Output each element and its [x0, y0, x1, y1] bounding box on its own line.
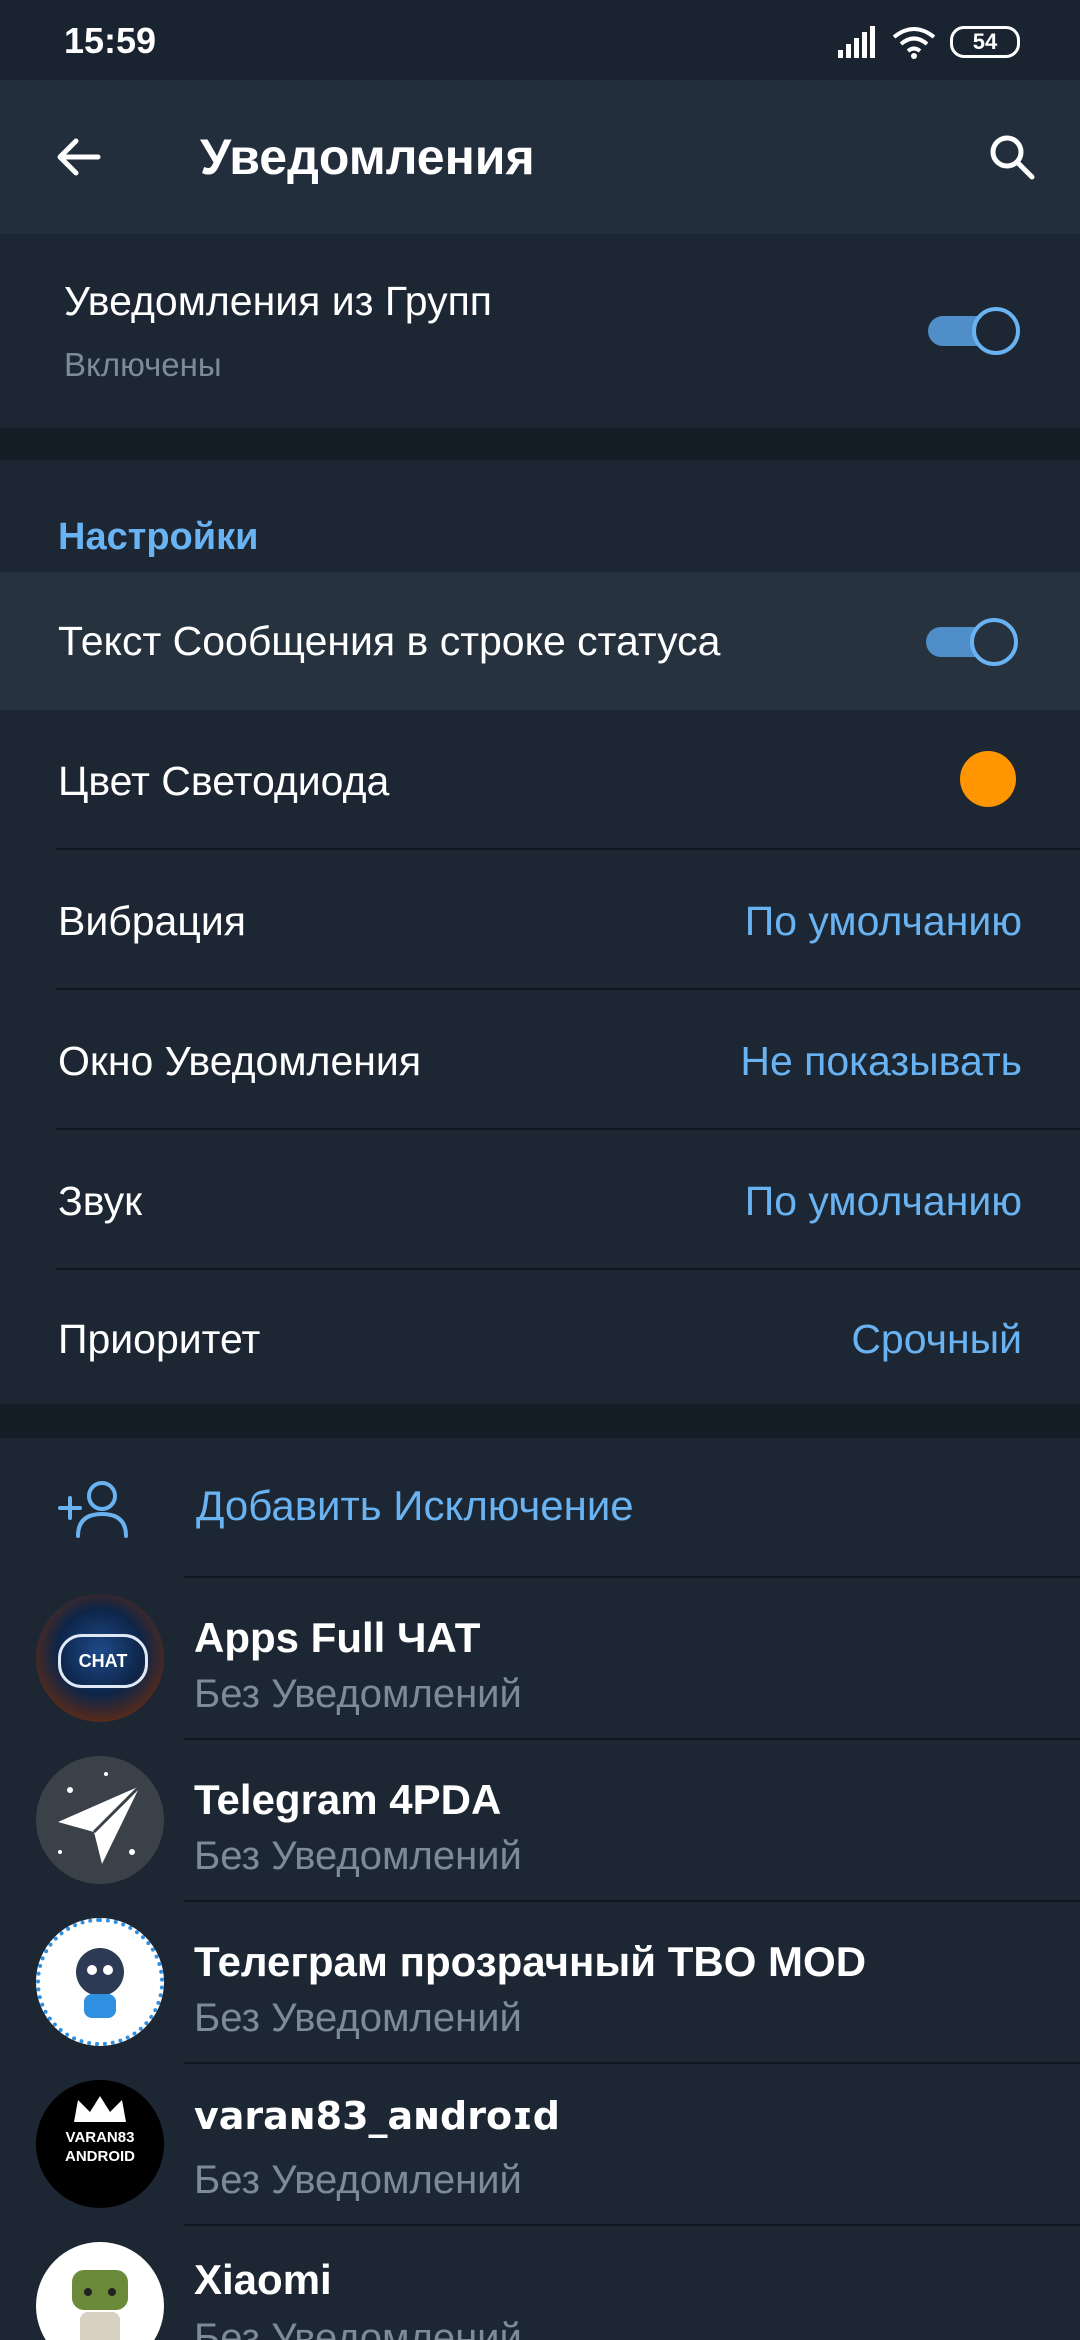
- status-bar-text-label: Текст Сообщения в строке статуса: [58, 618, 721, 664]
- group-notifications-switch[interactable]: [928, 307, 1020, 355]
- exceptions-section: Добавить Исключение CHAT Apps Full ЧАТ Б…: [0, 1438, 1080, 2340]
- chat-status: Без Уведомлений: [194, 1996, 522, 2040]
- avatar: CHAT: [36, 1594, 164, 1722]
- mascot-icon: [72, 2270, 128, 2340]
- wifi-icon: [892, 27, 936, 59]
- exception-item[interactable]: Telegram 4PDA Без Уведомлений: [0, 1740, 1080, 1900]
- avatar: [36, 1756, 164, 1884]
- sound-label: Звук: [58, 1178, 143, 1224]
- switch-knob: [972, 307, 1020, 355]
- chat-status: Без Уведомлений: [194, 1672, 522, 1716]
- status-icons: 54: [838, 22, 1020, 62]
- group-notifications-subtitle: Включены: [64, 346, 222, 383]
- chat-status: Без Уведомлений: [194, 2316, 522, 2340]
- exception-item[interactable]: VARAN83 ANDROID varaɴ83_aɴdroɪd Без Увед…: [0, 2064, 1080, 2224]
- led-color-label: Цвет Светодиода: [58, 758, 390, 804]
- battery-level: 54: [972, 29, 998, 54]
- section-gap: [0, 1404, 1080, 1438]
- sound-row[interactable]: Звук По умолчанию: [0, 1130, 1080, 1269]
- priority-value: Срочный: [851, 1316, 1022, 1362]
- add-user-icon: [58, 1481, 128, 1538]
- robot-icon: [76, 1948, 124, 2018]
- status-bar-text-switch[interactable]: [926, 618, 1018, 666]
- app-bar: Уведомления: [0, 80, 1080, 234]
- status-time: 15:59: [64, 20, 157, 61]
- priority-label: Приоритет: [58, 1316, 261, 1362]
- status-bar: 15:59 54: [0, 0, 1080, 80]
- avatar: [36, 2242, 164, 2340]
- switch-knob: [970, 618, 1018, 666]
- sound-value: По умолчанию: [744, 1178, 1022, 1224]
- section-gap: [0, 428, 1080, 460]
- search-button[interactable]: [980, 125, 1044, 189]
- popup-value: Не показывать: [740, 1038, 1022, 1084]
- chat-status: Без Уведомлений: [194, 2158, 522, 2202]
- search-icon: [990, 135, 1035, 180]
- add-exception-row[interactable]: Добавить Исключение: [0, 1438, 1080, 1576]
- chat-name: Telegram 4PDA: [194, 1776, 502, 1823]
- settings-header: Настройки: [58, 516, 259, 558]
- back-button[interactable]: [46, 125, 110, 189]
- avatar: VARAN83 ANDROID: [36, 2080, 164, 2208]
- exception-item[interactable]: CHAT Apps Full ЧАТ Без Уведомлений: [0, 1578, 1080, 1738]
- exception-item[interactable]: Xiaomi Без Уведомлений: [0, 2226, 1080, 2340]
- vibration-row[interactable]: Вибрация По умолчанию: [0, 850, 1080, 989]
- popup-label: Окно Уведомления: [58, 1038, 422, 1084]
- priority-row[interactable]: Приоритет Срочный: [0, 1270, 1080, 1404]
- paper-plane-icon: [58, 1772, 142, 1864]
- avatar-label: CHAT: [58, 1634, 148, 1688]
- signal-icon: [838, 26, 875, 58]
- chat-name: Xiaomi: [194, 2256, 332, 2303]
- page-title: Уведомления: [200, 129, 535, 185]
- vibration-value: По умолчанию: [744, 898, 1022, 944]
- battery-icon: 54: [950, 26, 1020, 58]
- led-color-swatch: [960, 751, 1016, 807]
- group-notifications-row[interactable]: Уведомления из Групп Включены: [0, 234, 1080, 428]
- chat-name: Телеграм прозрачный TBO MOD: [194, 1938, 867, 1985]
- chat-name: Apps Full ЧАТ: [194, 1614, 481, 1661]
- exception-item[interactable]: Телеграм прозрачный TBO MOD Без Уведомле…: [0, 1902, 1080, 2062]
- group-notifications-title: Уведомления из Групп: [64, 278, 492, 324]
- vibration-label: Вибрация: [58, 898, 246, 944]
- avatar-label: VARAN83 ANDROID: [65, 2129, 135, 2165]
- settings-section: Настройки Текст Сообщения в строке стату…: [0, 460, 1080, 1404]
- chat-name: varaɴ83_aɴdroɪd: [194, 2094, 560, 2138]
- arrow-left-icon: [57, 138, 101, 176]
- led-color-row[interactable]: Цвет Светодиода: [0, 710, 1080, 849]
- status-bar-text-row[interactable]: Текст Сообщения в строке статуса: [0, 572, 1080, 710]
- popup-row[interactable]: Окно Уведомления Не показывать: [0, 990, 1080, 1129]
- add-exception-label: Добавить Исключение: [196, 1482, 634, 1529]
- chat-status: Без Уведомлений: [194, 1834, 522, 1878]
- crown-icon: [74, 2096, 126, 2122]
- avatar: [36, 1918, 164, 2046]
